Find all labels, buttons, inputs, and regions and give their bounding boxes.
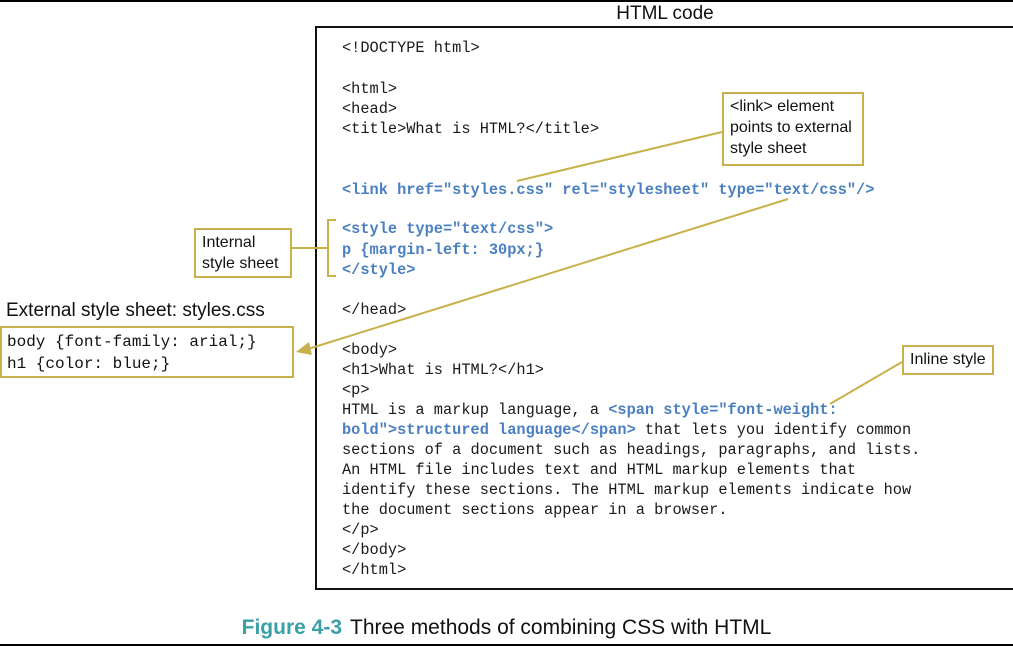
- callout-line: <link> element: [730, 98, 835, 115]
- callout-line: style sheet: [730, 140, 807, 157]
- callout-line: Internal: [202, 234, 256, 251]
- external-css-line: body {font-family: arial;}: [7, 333, 257, 351]
- callout-line: points to external: [730, 119, 852, 136]
- external-sheet-arrowhead: [296, 342, 312, 355]
- external-stylesheet-label: External style sheet: styles.css: [6, 300, 265, 321]
- callout-line: style sheet: [202, 255, 279, 272]
- inline-callout-connector: [829, 361, 903, 405]
- figure-number: Figure 4-3: [241, 616, 342, 639]
- external-sheet-arrow-line: [307, 198, 789, 350]
- figure-caption: Figure 4-3 Three methods of combining CSS…: [0, 616, 1013, 640]
- internal-style-bracket: [327, 219, 336, 277]
- external-stylesheet-box: body {font-family: arial;} h1 {color: blu…: [0, 326, 294, 378]
- external-css-line: h1 {color: blue;}: [7, 355, 171, 373]
- figure-caption-text: Three methods of combining CSS with HTML: [350, 616, 772, 639]
- link-element-callout: <link> element points to external style …: [722, 92, 864, 166]
- inline-style-callout: Inline style: [902, 345, 994, 375]
- link-callout-connector: [516, 131, 723, 182]
- internal-style-callout: Internal style sheet: [194, 228, 292, 278]
